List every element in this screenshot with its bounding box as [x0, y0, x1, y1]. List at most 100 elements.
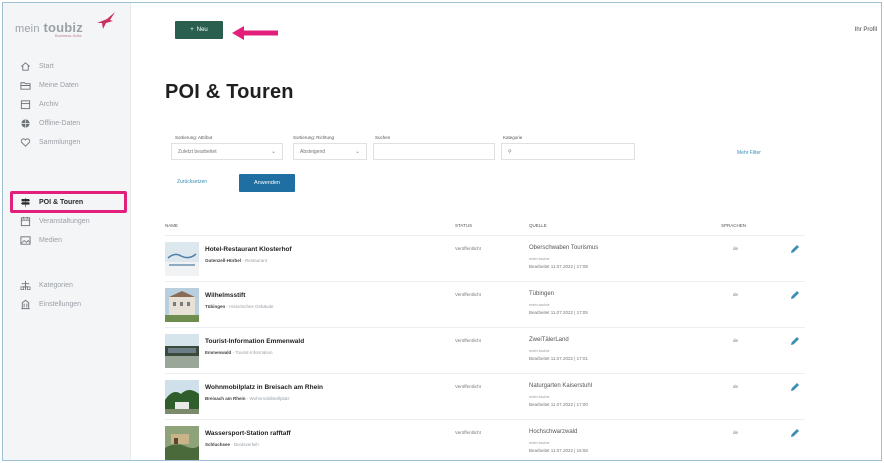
- sidebar-item-label: Einstellungen: [39, 301, 82, 308]
- row-source: Hochschwarzwald: [529, 429, 578, 435]
- search-label: Suchen: [375, 135, 391, 140]
- row-place: Breisach am Rhein: [205, 396, 246, 401]
- hummingbird-icon: [97, 12, 115, 29]
- row-edited: Bearbeitet 11.07.2022 | 17:00: [529, 402, 588, 407]
- row-source-sub: mein.toubiz: [529, 348, 550, 353]
- poi-thumbnail: [165, 334, 199, 368]
- row-status: Veröffentlicht: [455, 384, 481, 389]
- signpost-icon: [19, 197, 31, 209]
- row-place: Tübingen: [205, 304, 226, 309]
- row-source: Oberschwaben Tourismus: [529, 245, 599, 251]
- pencil-icon[interactable]: [789, 427, 801, 439]
- sort-attribute-value: Zuletzt bearbeitet: [178, 148, 217, 155]
- pencil-icon[interactable]: [789, 381, 801, 393]
- sidebar-item-poi-touren[interactable]: POI & Touren: [3, 193, 131, 212]
- row-name[interactable]: Wilhelmsstift: [205, 292, 245, 299]
- table-row[interactable]: Wassersport-Station rafftaff Schluchsee …: [165, 419, 805, 460]
- poi-thumbnail: [165, 380, 199, 414]
- app-window: mein toubiz Business-Suite Start Meine D…: [2, 2, 882, 461]
- row-source-sub: mein.toubiz: [529, 256, 550, 261]
- row-name[interactable]: Wassersport-Station rafftaff: [205, 430, 291, 437]
- poi-thumbnail: [165, 242, 199, 276]
- top-bar: + Neu Ihr Profil: [131, 3, 881, 47]
- sidebar-item-archiv[interactable]: Archiv: [3, 95, 131, 114]
- column-name[interactable]: NAME: [165, 223, 178, 228]
- chevron-down-icon: ⌄: [270, 149, 276, 155]
- sidebar-item-sammlungen[interactable]: Sammlungen: [3, 133, 131, 152]
- sidebar: mein toubiz Business-Suite Start Meine D…: [3, 3, 131, 460]
- sidebar-item-label: Medien: [39, 237, 62, 244]
- row-edited: Bearbeitet 11.07.2022 | 17:01: [529, 356, 588, 361]
- sidebar-item-einstellungen[interactable]: Einstellungen: [3, 295, 131, 314]
- column-languages[interactable]: SPRACHEN: [721, 223, 746, 228]
- table-row[interactable]: Wilhelmsstift Tübingen · Historisches Ge…: [165, 281, 805, 327]
- sidebar-nav-top: Start Meine Daten Archiv Offline-Daten S…: [3, 57, 131, 152]
- sort-attribute-label: Sortierung: Attribut: [175, 135, 213, 140]
- sidebar-item-label: Offline-Daten: [39, 120, 81, 127]
- sort-attribute-select[interactable]: Zuletzt bearbeitet ⌄: [171, 143, 283, 160]
- row-location: Schluchsee · Bootsverleih: [205, 442, 259, 447]
- heart-icon: [19, 137, 31, 149]
- sidebar-item-label: Veranstaltungen: [39, 218, 90, 225]
- row-location: Emmenwald · Tourist-Information: [205, 350, 273, 355]
- new-button[interactable]: + Neu: [175, 21, 223, 39]
- chevron-down-icon: ⌄: [354, 149, 360, 155]
- row-category: Restaurant: [245, 258, 268, 263]
- sidebar-item-start[interactable]: Start: [3, 57, 131, 76]
- row-edited: Bearbeitet 11.07.2022 | 17:08: [529, 264, 588, 269]
- building-icon: [19, 299, 31, 311]
- sidebar-item-label: Archiv: [39, 101, 59, 108]
- sidebar-item-label: Start: [39, 63, 54, 70]
- row-languages: de: [733, 246, 739, 251]
- row-name[interactable]: Hotel-Restaurant Klosterhof: [205, 246, 292, 253]
- tags-icon: [19, 280, 31, 292]
- search-input[interactable]: [373, 143, 495, 160]
- row-location: Gutenzell-Hürbel · Restaurant: [205, 258, 268, 263]
- column-source[interactable]: QUELLE: [529, 223, 547, 228]
- sidebar-item-kategorien[interactable]: Kategorien: [3, 276, 131, 295]
- sidebar-item-veranstaltungen[interactable]: Veranstaltungen: [3, 212, 131, 231]
- table-row[interactable]: Hotel-Restaurant Klosterhof Gutenzell-Hü…: [165, 235, 805, 281]
- table-header: NAME STATUS QUELLE SPRACHEN: [165, 223, 795, 233]
- poi-thumbnail: [165, 288, 199, 322]
- row-status: Veröffentlicht: [455, 430, 481, 435]
- row-languages: de: [733, 292, 739, 297]
- table-row[interactable]: Tourist-Information Emmenwald Emmenwald …: [165, 327, 805, 373]
- row-name[interactable]: Wohnmobilplatz in Breisach am Rhein: [205, 384, 323, 391]
- globe-icon: [19, 118, 31, 130]
- sort-direction-select[interactable]: Absteigend ⌄: [293, 143, 367, 160]
- row-source: Tübingen: [529, 291, 555, 297]
- search-icon: ⚲: [508, 148, 512, 155]
- app-logo[interactable]: mein toubiz Business-Suite: [15, 9, 125, 45]
- row-place: Schluchsee: [205, 442, 231, 447]
- logo-subtitle: Business-Suite: [55, 33, 82, 38]
- pencil-icon[interactable]: [789, 289, 801, 301]
- category-search-input[interactable]: ⚲: [501, 143, 635, 160]
- sidebar-item-medien[interactable]: Medien: [3, 231, 131, 250]
- pencil-icon[interactable]: [789, 243, 801, 255]
- column-status[interactable]: STATUS: [455, 223, 472, 228]
- apply-button[interactable]: Anwenden: [239, 174, 295, 192]
- sidebar-item-label: POI & Touren: [39, 199, 84, 206]
- sidebar-item-meine-daten[interactable]: Meine Daten: [3, 76, 131, 95]
- sidebar-item-offline-daten[interactable]: Offline-Daten: [3, 114, 131, 133]
- sort-direction-label: Sortierung: Richtung: [293, 135, 335, 140]
- archive-icon: [19, 99, 31, 111]
- row-place: Gutenzell-Hürbel: [205, 258, 242, 263]
- row-source-sub: mein.toubiz: [529, 302, 550, 307]
- row-status: Veröffentlicht: [455, 338, 481, 343]
- calendar-icon: [19, 216, 31, 228]
- reset-button[interactable]: Zurücksetzen: [177, 179, 207, 185]
- category-label: Kategorie: [503, 135, 523, 140]
- row-name[interactable]: Tourist-Information Emmenwald: [205, 338, 304, 345]
- row-source-sub: mein.toubiz: [529, 440, 550, 445]
- plus-icon: +: [190, 27, 194, 33]
- pencil-icon[interactable]: [789, 335, 801, 347]
- row-languages: de: [733, 430, 739, 435]
- user-profile-link[interactable]: Ihr Profil: [855, 27, 877, 33]
- more-filters-link[interactable]: Mehr Filter: [737, 150, 761, 156]
- row-languages: de: [733, 338, 739, 343]
- table-row[interactable]: Wohnmobilplatz in Breisach am Rhein Brei…: [165, 373, 805, 419]
- logo-prefix: mein: [15, 22, 40, 35]
- sidebar-item-label: Sammlungen: [39, 139, 81, 146]
